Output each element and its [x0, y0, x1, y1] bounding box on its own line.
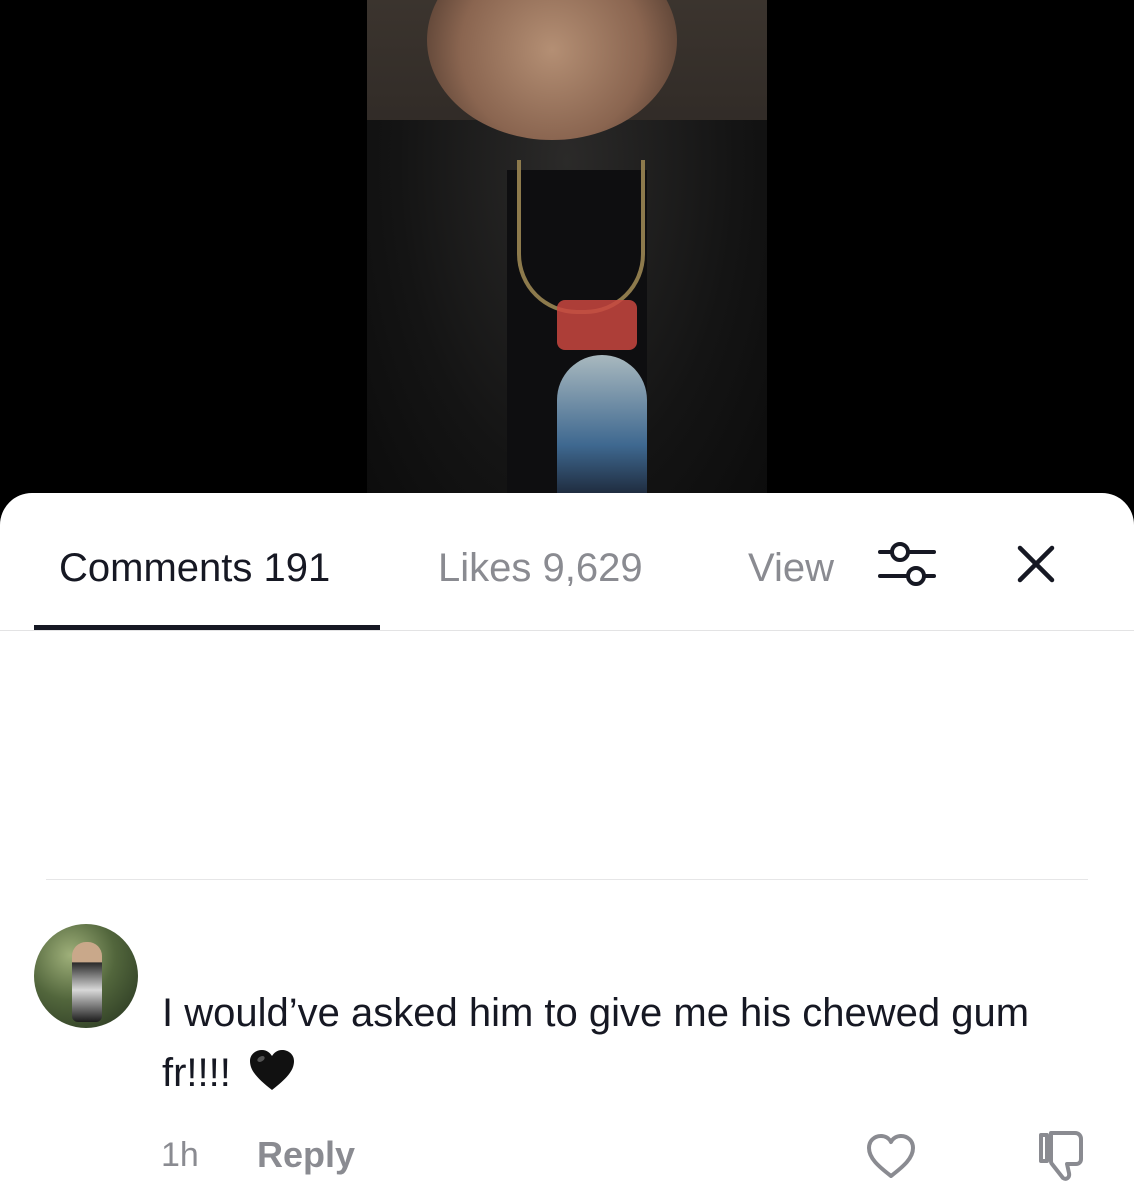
comments-sheet: Comments 191 Likes 9,629 View I would’ve…	[0, 493, 1134, 1200]
video-background	[0, 0, 1134, 540]
tab-comments[interactable]: Comments 191	[59, 545, 330, 591]
video-shirt-logo	[557, 355, 647, 505]
reply-button[interactable]: Reply	[257, 1135, 355, 1175]
close-icon[interactable]	[1010, 538, 1062, 590]
sliders-icon[interactable]	[876, 540, 938, 588]
tab-likes[interactable]: Likes 9,629	[438, 545, 643, 591]
video-frame[interactable]	[367, 0, 767, 540]
video-pendant-shape	[557, 300, 637, 350]
avatar[interactable]	[34, 924, 138, 1028]
sheet-tabs: Comments 191 Likes 9,629 View	[0, 493, 1134, 631]
tab-view[interactable]: View	[748, 545, 834, 591]
thumbs-down-icon[interactable]	[1035, 1127, 1089, 1183]
black-heart-emoji-icon	[250, 1050, 295, 1090]
video-chain-shape	[517, 160, 645, 314]
video-head-shape	[427, 0, 677, 140]
tabs-divider	[0, 630, 1134, 631]
comment-timestamp: 1h	[161, 1136, 199, 1174]
avatar-photo	[72, 942, 102, 1022]
comment-divider	[46, 879, 1088, 880]
heart-outline-icon[interactable]	[864, 1131, 918, 1181]
comment-body: I would’ve asked him to give me his chew…	[162, 983, 1082, 1103]
